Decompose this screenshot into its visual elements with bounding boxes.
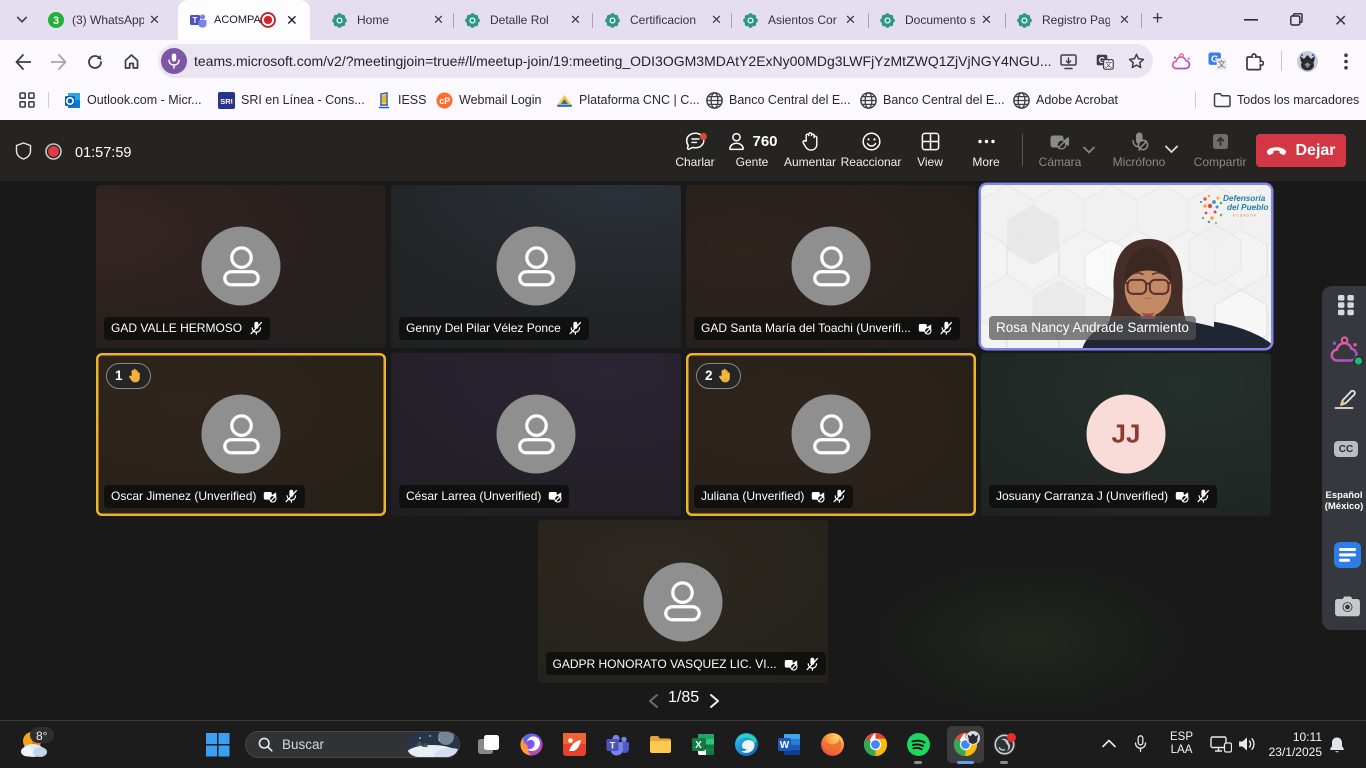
svg-text:X: X [695, 740, 702, 751]
svg-text:W: W [780, 740, 790, 751]
svg-text:T: T [610, 741, 616, 751]
